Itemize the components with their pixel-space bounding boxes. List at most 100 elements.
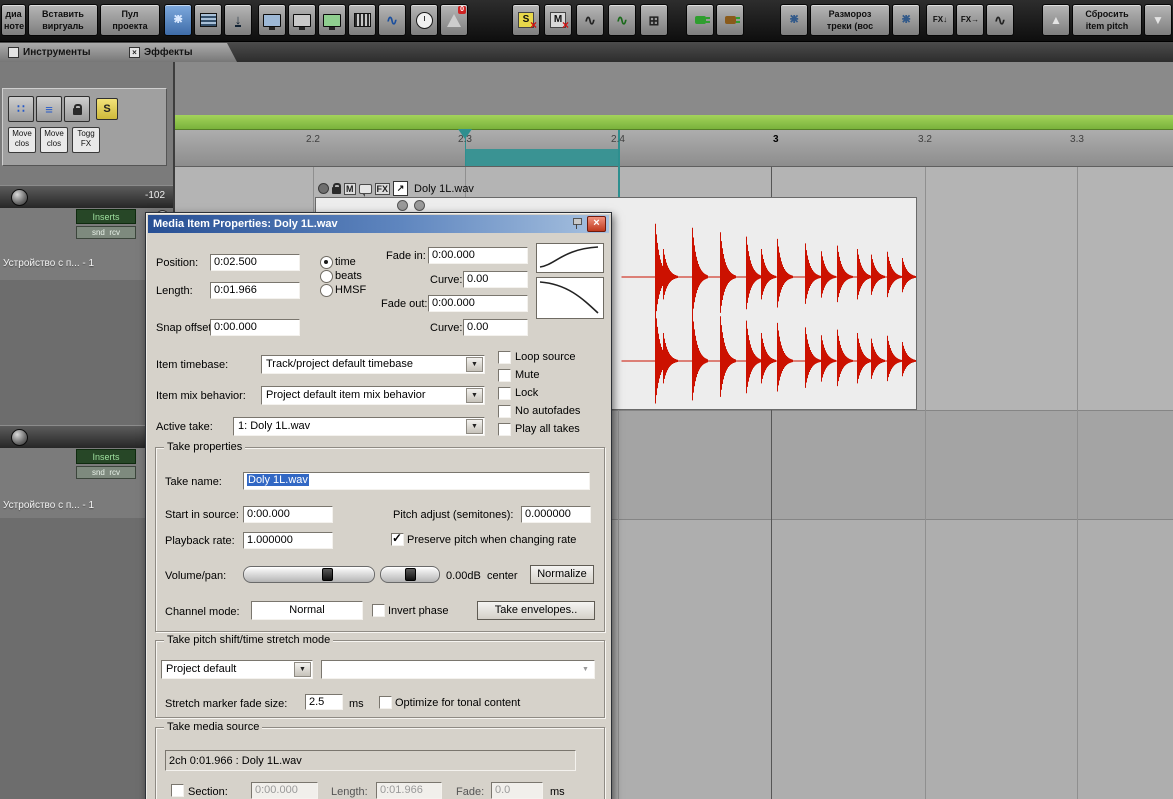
mute-icon[interactable]: M (344, 182, 356, 195)
chevron-down-icon[interactable]: ▼ (466, 357, 483, 372)
pitch-adjust-field[interactable]: 0.000000 (521, 506, 591, 523)
fx-wave-button[interactable]: ∿ (986, 4, 1014, 36)
metronome-button[interactable]: 0 (440, 4, 468, 36)
item-timebase-combo[interactable]: Track/project default timebase ▼ (261, 355, 485, 374)
send-receive-button[interactable]: snd rcv (76, 466, 136, 479)
item-envelope-icon[interactable] (414, 200, 425, 211)
fade-out-field[interactable]: 0:00.000 (428, 295, 528, 312)
close-button[interactable]: × (587, 216, 606, 232)
move-close-button-1[interactable]: ∷ (8, 96, 34, 122)
stretch-fade-field[interactable]: 2.5 (305, 694, 343, 710)
take-circle-icon[interactable] (318, 183, 329, 194)
fade-in-field[interactable]: 0:00.000 (428, 247, 528, 264)
envelope-button-2[interactable]: ∿ (608, 4, 636, 36)
plug-in-button[interactable] (686, 4, 714, 36)
tab-instruments[interactable]: Инструменты (0, 43, 142, 62)
track1-name[interactable]: Устройство с п... - 1 (3, 258, 94, 269)
fx-right-button[interactable]: FX→ (956, 4, 984, 36)
move-close-button-2[interactable]: ≡ (36, 96, 62, 122)
media-note-button[interactable]: диа ноте (1, 4, 26, 36)
dialog-titlebar[interactable]: Media Item Properties: Doly 1L.wav (148, 215, 609, 233)
position-field[interactable]: 0:02.500 (210, 254, 300, 271)
monitor-button-2[interactable] (288, 4, 316, 36)
project-pool-button[interactable]: Пул проекта (100, 4, 160, 36)
waveform-blue-button[interactable]: ∿ (378, 4, 406, 36)
reset-item-pitch-button[interactable]: Сбросить item pitch (1072, 4, 1142, 36)
grid-button[interactable]: ⊞ (640, 4, 668, 36)
lock-checkbox[interactable] (498, 387, 511, 400)
take-name-field[interactable]: Doly 1L.wav (243, 472, 590, 490)
section-checkbox[interactable] (171, 784, 184, 797)
start-in-source-field[interactable]: 0:00.000 (243, 506, 333, 523)
optimize-tonal-checkbox[interactable] (379, 696, 392, 709)
envelope-button-1[interactable]: ∿ (576, 4, 604, 36)
pan-slider[interactable] (380, 566, 440, 583)
item-envelope-icon[interactable] (397, 200, 408, 211)
channel-mode-combo[interactable]: Normal (251, 601, 363, 620)
time-radio[interactable] (320, 256, 333, 269)
invert-phase-checkbox[interactable] (372, 604, 385, 617)
pan-knob[interactable] (11, 429, 28, 446)
chevron-down-icon[interactable]: ▼ (466, 388, 483, 403)
chevron-down-icon[interactable]: ▼ (294, 662, 311, 677)
mute-checkbox[interactable] (498, 369, 511, 382)
toggle-fx-button[interactable] (64, 96, 90, 122)
play-all-takes-checkbox[interactable] (498, 423, 511, 436)
fade-out-curve-field[interactable]: 0.00 (463, 319, 528, 336)
fx-down-button[interactable]: FX↓ (926, 4, 954, 36)
pitch-mode-combo[interactable]: Project default ▼ (161, 660, 313, 679)
fade-in-curve-button[interactable] (536, 243, 604, 273)
chevron-down-icon[interactable]: ▼ (466, 419, 483, 434)
send-receive-button[interactable]: snd rcv (76, 226, 136, 239)
fade-in-curve-field[interactable]: 0.00 (463, 271, 528, 288)
pan-slider-handle[interactable] (405, 568, 416, 581)
clear-mute-button[interactable]: M × (544, 4, 572, 36)
lock-icon[interactable] (332, 183, 341, 194)
beats-radio[interactable] (320, 270, 333, 283)
marker-lane[interactable] (175, 115, 1173, 130)
clock-button[interactable] (410, 4, 438, 36)
pan-knob[interactable] (11, 189, 28, 206)
inserts-button[interactable]: Inserts (76, 209, 136, 224)
length-field[interactable]: 0:01.966 (210, 282, 300, 299)
freeze-button-1[interactable] (780, 4, 808, 36)
solo-button[interactable]: S (96, 98, 118, 120)
download-button[interactable]: ↓ (224, 4, 252, 36)
normalize-button[interactable]: Normalize (530, 565, 594, 584)
preserve-pitch-checkbox[interactable] (391, 531, 404, 546)
move-close-label-2[interactable]: Move clos (40, 127, 68, 153)
time-selection[interactable] (465, 149, 619, 166)
toggle-fx-label[interactable]: Togg FX (72, 127, 100, 153)
freeze-button-2[interactable] (892, 4, 920, 36)
no-autofades-checkbox[interactable] (498, 405, 511, 418)
pitch-down-button[interactable]: ▼ (1144, 4, 1172, 36)
unfreeze-tracks-button[interactable]: Размороз треки (вос (810, 4, 890, 36)
track2-name[interactable]: Устройство с п... - 1 (3, 500, 94, 511)
stripes-button[interactable] (194, 4, 222, 36)
notes-icon[interactable] (358, 183, 372, 197)
plug-out-button[interactable] (716, 4, 744, 36)
playback-rate-field[interactable]: 1.000000 (243, 532, 333, 549)
fade-out-curve-button[interactable] (536, 277, 604, 319)
item-properties-icon[interactable]: ↗ (393, 181, 409, 196)
snap-offset-field[interactable]: 0:00.000 (210, 319, 300, 336)
item-mix-behavior-combo[interactable]: Project default item mix behavior ▼ (261, 386, 485, 405)
monitor-button-1[interactable] (258, 4, 286, 36)
active-take-combo[interactable]: 1: Doly 1L.wav ▼ (233, 417, 485, 436)
monitor-button-3[interactable] (318, 4, 346, 36)
tab-effects[interactable]: × Эффекты (121, 43, 237, 62)
loop-source-checkbox[interactable] (498, 351, 511, 364)
insert-virtual-button[interactable]: Вставить виргуаль (28, 4, 98, 36)
inserts-button[interactable]: Inserts (76, 449, 136, 464)
take-envelopes-button[interactable]: Take envelopes.. (477, 601, 595, 620)
freeze-active-button[interactable] (164, 4, 192, 36)
clear-solo-button[interactable]: S × (512, 4, 540, 36)
pin-icon[interactable] (571, 217, 583, 229)
volume-slider[interactable] (243, 566, 375, 583)
move-close-label-1[interactable]: Move clos (8, 127, 36, 153)
volume-slider-handle[interactable] (322, 568, 333, 581)
hmsf-radio[interactable] (320, 284, 333, 297)
fx-icon[interactable]: FX (374, 182, 391, 195)
pitch-up-button[interactable]: ▲ (1042, 4, 1070, 36)
meter-button[interactable] (348, 4, 376, 36)
